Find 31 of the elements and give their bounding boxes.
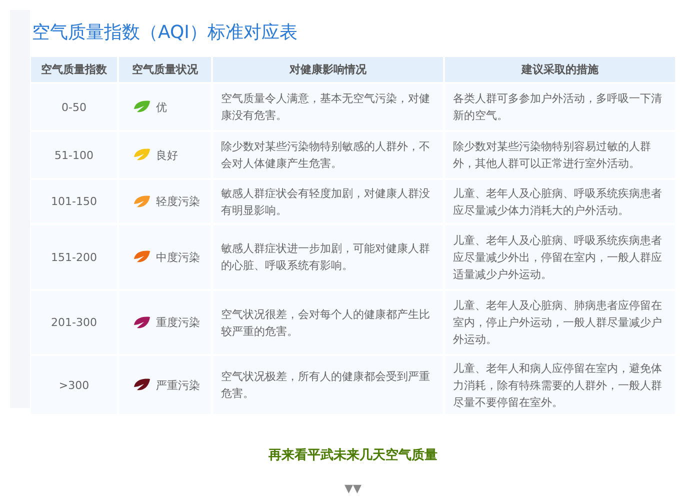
table-cell: 儿童、老年人及心脏病、呼吸系统疾病患者应尽量减少体力消耗大的户外活动。 [445, 180, 675, 223]
column-header: 建议采取的措施 [445, 57, 675, 82]
table-cell: 敏感人群症状进一步加剧，可能对健康人群的心脏、呼吸系统有影响。 [213, 225, 443, 289]
column-header: 空气质量状况 [119, 57, 211, 82]
table-cell: 0-50 [31, 84, 117, 130]
table-cell: 敏感人群症状会有轻度加剧，对健康人群没有明显影响。 [213, 180, 443, 223]
status-label: 轻度污染 [156, 194, 200, 210]
table-cell: 儿童、老年人和病人应停留在室内，避免体力消耗，除有特殊需要的人群外，一般人群尽量不要停留在室外。 [445, 356, 675, 414]
status-label: 重度污染 [156, 315, 200, 331]
status-label: 良好 [156, 148, 178, 164]
table-cell: 空气状况极差，所有人的健康都会受到严重危害。 [213, 356, 443, 414]
status-label: 严重污染 [156, 378, 200, 394]
table-title: 空气质量指数（AQI）标准对应表 [32, 22, 298, 44]
table-cell: 101-150 [31, 180, 117, 223]
table-cell: 儿童、老年人及心脏病、呼吸系统疾病患者应尽量减少外出，停留在室内，一般人群应适量减少户外运动。 [445, 225, 675, 289]
table-cell: 空气状况很差，会对每个人的健康都产生比较严重的危害。 [213, 291, 443, 354]
table-cell: 除少数对某些污染物特别敏感的人群外，不会对人体健康产生危害。 [213, 132, 443, 178]
table-cell: 空气质量令人满意，基本无空气污染，对健康没有危害。 [213, 84, 443, 130]
table-cell: 儿童、老年人及心脏病、肺病患者应停留在室内，停止户外运动，一般人群尽量减少户外运动。 [445, 291, 675, 354]
table-cell: 151-200 [31, 225, 117, 289]
column-header: 对健康影响情况 [213, 57, 443, 82]
column-header: 空气质量指数 [31, 57, 117, 82]
table-cell: 201-300 [31, 291, 117, 354]
table-cell: >300 [31, 356, 117, 414]
table-cell: 各类人群可多参加户外活动，多呼吸一下清新的空气。 [445, 84, 675, 130]
table-cell: 51-100 [31, 132, 117, 178]
down-arrows: ▼▼ [344, 482, 362, 495]
status-label: 中度污染 [156, 250, 200, 266]
table-cell: 除少数对某些污染物特别容易过敏的人群外，其他人群可以正常进行室外活动。 [445, 132, 675, 178]
status-label: 优 [156, 100, 167, 116]
section-heading: 再来看平武未来几天空气质量 [268, 448, 438, 463]
